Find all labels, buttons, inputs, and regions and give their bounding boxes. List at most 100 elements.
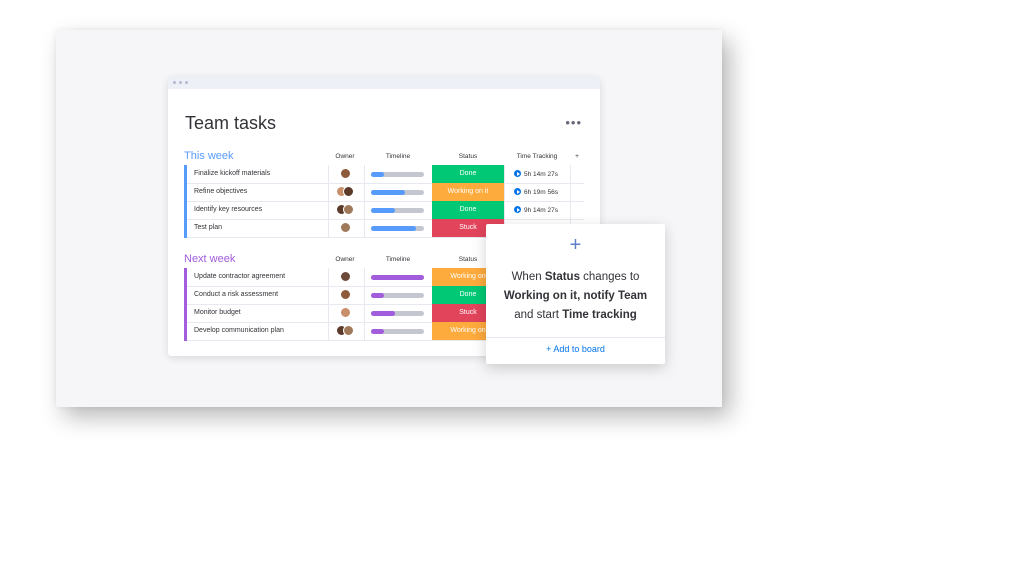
avatar[interactable]: [340, 222, 351, 233]
divider: [486, 337, 665, 338]
timeline-fill: [371, 329, 385, 334]
task-name[interactable]: Identify key resources: [194, 206, 262, 213]
ellipsis-icon[interactable]: •••: [565, 115, 582, 130]
group-color-bar: [184, 201, 187, 220]
play-icon[interactable]: [514, 170, 521, 177]
cell-separator: [504, 165, 505, 183]
window-dot: [179, 81, 182, 84]
group-color-bar: [184, 219, 187, 238]
column-header-timeline: Timeline: [385, 153, 411, 160]
timeline-fill: [371, 275, 424, 280]
task-name[interactable]: Test plan: [194, 224, 222, 231]
cell-separator: [570, 201, 571, 219]
cell-separator: [364, 183, 365, 201]
timeline-fill: [371, 190, 406, 195]
time-value: 9h 14m 27s: [524, 207, 558, 214]
task-name[interactable]: Finalize kickoff materials: [194, 170, 270, 177]
column-header-owner: Owner: [335, 153, 355, 160]
time-tracking-cell[interactable]: 5h 14m 27s: [514, 170, 558, 178]
timeline-bar[interactable]: [371, 208, 424, 213]
timeline-fill: [371, 226, 417, 231]
timeline-bar[interactable]: [371, 293, 424, 298]
cell-separator: [570, 165, 571, 183]
rule-keyword: Time tracking: [562, 309, 637, 321]
time-tracking-cell[interactable]: 6h 19m 56s: [514, 188, 558, 196]
cell-separator: [328, 165, 329, 183]
rule-text: and start: [514, 309, 563, 321]
task-name[interactable]: Conduct a risk assessment: [194, 291, 278, 298]
table-row[interactable]: Update contractor agreement Working on: [184, 268, 504, 287]
automation-rule-text: When Status changes to Working on it, no…: [486, 268, 665, 325]
cell-separator: [328, 201, 329, 219]
cell-separator: [364, 304, 365, 322]
cell-separator: [504, 183, 505, 201]
cell-separator: [364, 219, 365, 237]
cell-separator: [328, 322, 329, 340]
task-name[interactable]: Monitor budget: [194, 309, 241, 316]
timeline-fill: [371, 311, 395, 316]
group-color-bar: [184, 322, 187, 341]
avatar[interactable]: [340, 271, 351, 282]
plus-icon[interactable]: +: [486, 234, 665, 257]
avatar[interactable]: [343, 325, 354, 336]
cell-separator: [364, 286, 365, 304]
column-header-owner: Owner: [335, 256, 355, 263]
column-header-add[interactable]: +: [572, 153, 582, 160]
avatar[interactable]: [343, 186, 354, 197]
timeline-bar[interactable]: [371, 190, 424, 195]
timeline-bar[interactable]: [371, 329, 424, 334]
status-badge[interactable]: Working on it: [432, 183, 504, 201]
timeline-fill: [371, 293, 385, 298]
cell-separator: [364, 268, 365, 286]
cell-separator: [364, 322, 365, 340]
timeline-bar[interactable]: [371, 275, 424, 280]
group-color-bar: [184, 304, 187, 323]
cell-separator: [328, 219, 329, 237]
group-color-bar: [184, 183, 187, 202]
avatar[interactable]: [340, 168, 351, 179]
group-title[interactable]: Next week: [184, 253, 235, 265]
table-row[interactable]: Conduct a risk assessment Done: [184, 286, 504, 305]
column-header-timeline: Timeline: [385, 256, 411, 263]
cell-separator: [364, 165, 365, 183]
rule-keyword: Working on it, notify Team: [503, 290, 648, 302]
timeline-bar[interactable]: [371, 311, 424, 316]
column-header-status: Status: [458, 153, 478, 160]
table-row[interactable]: Monitor budget Stuck: [184, 304, 504, 323]
column-header-time-tracking: Time Tracking: [516, 153, 558, 160]
timeline-bar[interactable]: [371, 172, 424, 177]
group-title[interactable]: This week: [184, 150, 234, 162]
cell-separator: [364, 201, 365, 219]
task-name[interactable]: Update contractor agreement: [194, 273, 285, 280]
avatar[interactable]: [340, 307, 351, 318]
table-row[interactable]: Identify key resources Done 9h 14m 27s: [184, 201, 584, 220]
timeline-fill: [371, 208, 395, 213]
cell-separator: [328, 286, 329, 304]
avatar[interactable]: [340, 289, 351, 300]
time-value: 6h 19m 56s: [524, 189, 558, 196]
window-chrome: [168, 77, 600, 89]
rule-text: changes to: [579, 271, 640, 283]
task-name[interactable]: Refine objectives: [194, 188, 247, 195]
cell-separator: [570, 183, 571, 201]
automation-card: + When Status changes to Working on it, …: [486, 224, 665, 364]
table-row[interactable]: Finalize kickoff materials Done 5h 14m 27s: [184, 165, 584, 184]
avatar[interactable]: [343, 204, 354, 215]
window-dot: [173, 81, 176, 84]
rule-keyword: Status: [544, 271, 580, 283]
status-badge[interactable]: Done: [432, 165, 504, 183]
table-row[interactable]: Refine objectives Working on it 6h 19m 56s: [184, 183, 584, 202]
timeline-bar[interactable]: [371, 226, 424, 231]
cell-separator: [328, 268, 329, 286]
play-icon[interactable]: [514, 206, 521, 213]
cell-separator: [328, 304, 329, 322]
table-row[interactable]: Develop communication plan Working on: [184, 322, 504, 341]
task-name[interactable]: Develop communication plan: [194, 327, 284, 334]
group-color-bar: [184, 286, 187, 305]
add-to-board-button[interactable]: + Add to board: [486, 344, 665, 354]
time-tracking-cell[interactable]: 9h 14m 27s: [514, 206, 558, 214]
status-badge[interactable]: Done: [432, 201, 504, 219]
cell-separator: [504, 201, 505, 219]
time-value: 5h 14m 27s: [524, 171, 558, 178]
play-icon[interactable]: [514, 188, 521, 195]
